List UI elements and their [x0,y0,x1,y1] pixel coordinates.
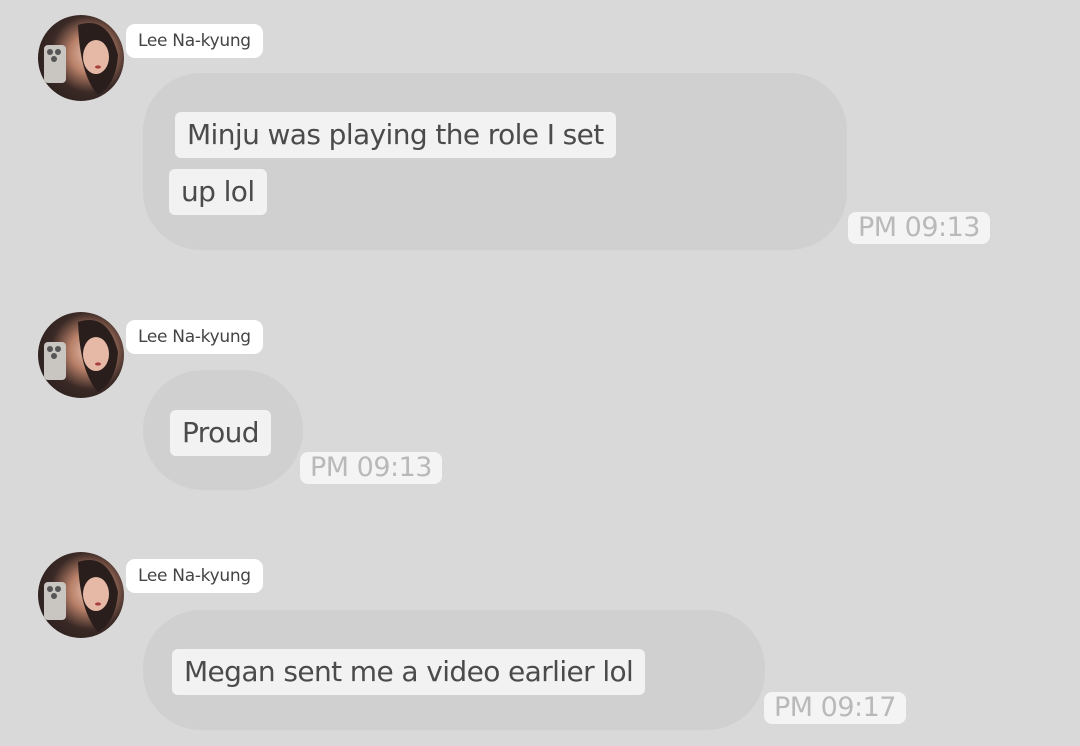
profile-photo-icon [44,560,118,632]
message-timestamp: PM 09:17 [764,692,906,724]
message-text: up lol [169,169,267,215]
message-text: Megan sent me a video earlier lol [172,649,646,695]
profile-photo-icon [44,320,118,392]
avatar[interactable] [38,15,124,101]
profile-photo-icon [44,23,118,95]
message-bubble[interactable]: Minju was playing the role I set up lol [143,73,847,250]
avatar[interactable] [38,312,124,398]
avatar[interactable] [38,552,124,638]
sender-name: Lee Na-kyung [126,320,263,354]
message-bubble[interactable]: Megan sent me a video earlier lol [143,610,765,730]
message-text: Minju was playing the role I set [175,112,616,158]
sender-name: Lee Na-kyung [126,559,263,593]
sender-name: Lee Na-kyung [126,24,263,58]
message-text: Proud [170,410,271,456]
message-timestamp: PM 09:13 [300,452,442,484]
message-bubble[interactable]: Proud [143,370,303,490]
message-timestamp: PM 09:13 [848,212,990,244]
